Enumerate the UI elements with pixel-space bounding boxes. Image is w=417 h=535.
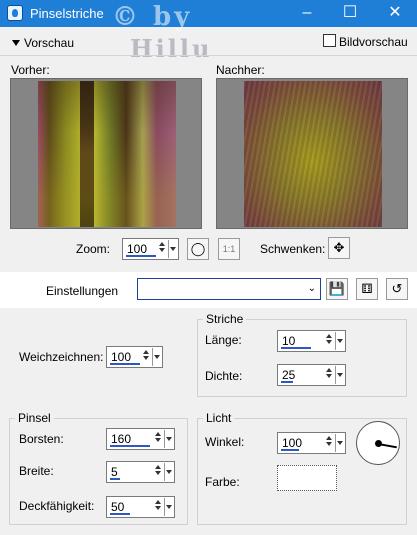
random-settings-button[interactable]: ⚅ (356, 278, 378, 300)
borsten-dropdown-arrow[interactable] (164, 430, 173, 448)
pinsel-title: Pinsel (15, 411, 54, 425)
zoom-spinner[interactable]: 100 (122, 238, 179, 260)
deckfaehigkeit-dropdown-arrow[interactable] (164, 498, 173, 516)
zoom-fit-icon: ◯ (190, 241, 206, 256)
reset-settings-button[interactable]: ↺ (386, 278, 408, 300)
before-image (38, 81, 176, 227)
laenge-spinner[interactable]: 10 (277, 330, 346, 352)
dichte-spinner[interactable]: 25 (277, 364, 346, 386)
zoom-fit-button[interactable]: ◯ (187, 238, 209, 260)
borsten-value: 160 (111, 432, 132, 446)
settings-dropdown[interactable]: ⌄ (137, 278, 321, 300)
deckfaehigkeit-spinner[interactable]: 50 (106, 496, 175, 518)
divider (0, 55, 417, 56)
preview-label: Vorschau (24, 36, 75, 50)
reset-icon: ↺ (391, 281, 403, 296)
save-settings-button[interactable]: 💾 (326, 278, 348, 300)
striche-title: Striche (203, 312, 247, 326)
deckfaehigkeit-value: 50 (111, 500, 125, 514)
borsten-label: Borsten: (19, 432, 64, 446)
app-icon (7, 5, 23, 21)
zoom-spin-arrows[interactable] (157, 240, 167, 258)
breite-spin-arrows[interactable] (153, 463, 163, 481)
after-image (244, 81, 382, 227)
minimize-button[interactable]: – (285, 0, 329, 27)
farbe-label: Farbe: (205, 475, 240, 489)
winkel-label: Winkel: (205, 435, 245, 449)
laenge-spin-arrows[interactable] (324, 332, 334, 350)
pan-button[interactable]: ✥ (328, 237, 350, 259)
borsten-spin-arrows[interactable] (153, 430, 163, 448)
zoom-label: Zoom: (76, 242, 111, 256)
breite-value: 5 (111, 465, 118, 479)
after-label: Nachher: (216, 63, 265, 77)
breite-label: Breite: (19, 464, 54, 478)
dice-icon: ⚅ (361, 281, 373, 296)
angle-dial[interactable] (356, 421, 400, 465)
move-icon: ✥ (333, 240, 345, 255)
watermark-name: Hillu (130, 34, 213, 63)
weichzeichnen-value: 100 (111, 350, 132, 364)
weichzeichnen-slider-bar[interactable] (110, 363, 140, 365)
laenge-dropdown-arrow[interactable] (335, 332, 344, 350)
borsten-spinner[interactable]: 160 (106, 428, 175, 450)
zoom-100-button[interactable]: 1:1 (218, 238, 240, 260)
weichzeichnen-dropdown-arrow[interactable] (152, 348, 161, 366)
winkel-value: 100 (282, 436, 303, 450)
winkel-slider-bar[interactable] (281, 449, 299, 451)
breite-spinner[interactable]: 5 (106, 461, 175, 483)
zoom-slider-bar[interactable] (126, 255, 156, 257)
title-bar: Pinselstriche – ☐ ✕ (0, 0, 417, 27)
before-image-shade (38, 81, 176, 227)
licht-title: Licht (203, 411, 235, 425)
breite-dropdown-arrow[interactable] (164, 463, 173, 481)
dichte-slider-bar[interactable] (281, 381, 293, 383)
window-title: Pinselstriche (30, 6, 104, 21)
laenge-slider-bar[interactable] (281, 347, 311, 349)
brush-stroke-texture (244, 81, 382, 227)
breite-slider-bar[interactable] (110, 478, 120, 480)
winkel-spinner[interactable]: 100 (277, 432, 346, 454)
before-label: Vorher: (11, 63, 50, 77)
zoom-value: 100 (127, 242, 148, 256)
laenge-value: 10 (282, 334, 296, 348)
bildvorschau-label: Bildvorschau (339, 35, 408, 49)
watermark-copyright: © by (112, 2, 193, 32)
pan-label: Schwenken: (260, 242, 326, 256)
bildvorschau-checkbox[interactable] (323, 34, 336, 47)
dichte-dropdown-arrow[interactable] (335, 366, 344, 384)
save-icon: 💾 (328, 281, 346, 296)
light-color-swatch[interactable] (277, 465, 337, 491)
dichte-spin-arrows[interactable] (324, 366, 334, 384)
deckfaehigkeit-label: Deckfähigkeit: (19, 499, 95, 513)
before-preview[interactable] (10, 78, 202, 229)
winkel-spin-arrows[interactable] (324, 434, 334, 452)
angle-dial-hub (375, 440, 382, 447)
winkel-dropdown-arrow[interactable] (335, 434, 344, 452)
close-button[interactable]: ✕ (373, 0, 417, 27)
borsten-slider-bar[interactable] (110, 445, 150, 447)
deckfaehigkeit-slider-bar[interactable] (110, 513, 130, 515)
dichte-value: 25 (282, 368, 296, 382)
laenge-label: Länge: (205, 333, 242, 347)
weichzeichnen-label: Weichzeichnen: (19, 350, 104, 364)
after-preview[interactable] (216, 78, 408, 229)
settings-label: Einstellungen (46, 284, 119, 298)
zoom-dropdown-arrow[interactable] (168, 240, 177, 258)
weichzeichnen-spinner[interactable]: 100 (106, 346, 163, 368)
deckfaehigkeit-spin-arrows[interactable] (153, 498, 163, 516)
collapse-arrow-icon (12, 40, 20, 46)
chevron-down-icon: ⌄ (307, 283, 316, 294)
weichzeichnen-spin-arrows[interactable] (141, 348, 151, 366)
dichte-label: Dichte: (205, 369, 243, 383)
maximize-button[interactable]: ☐ (328, 0, 372, 27)
